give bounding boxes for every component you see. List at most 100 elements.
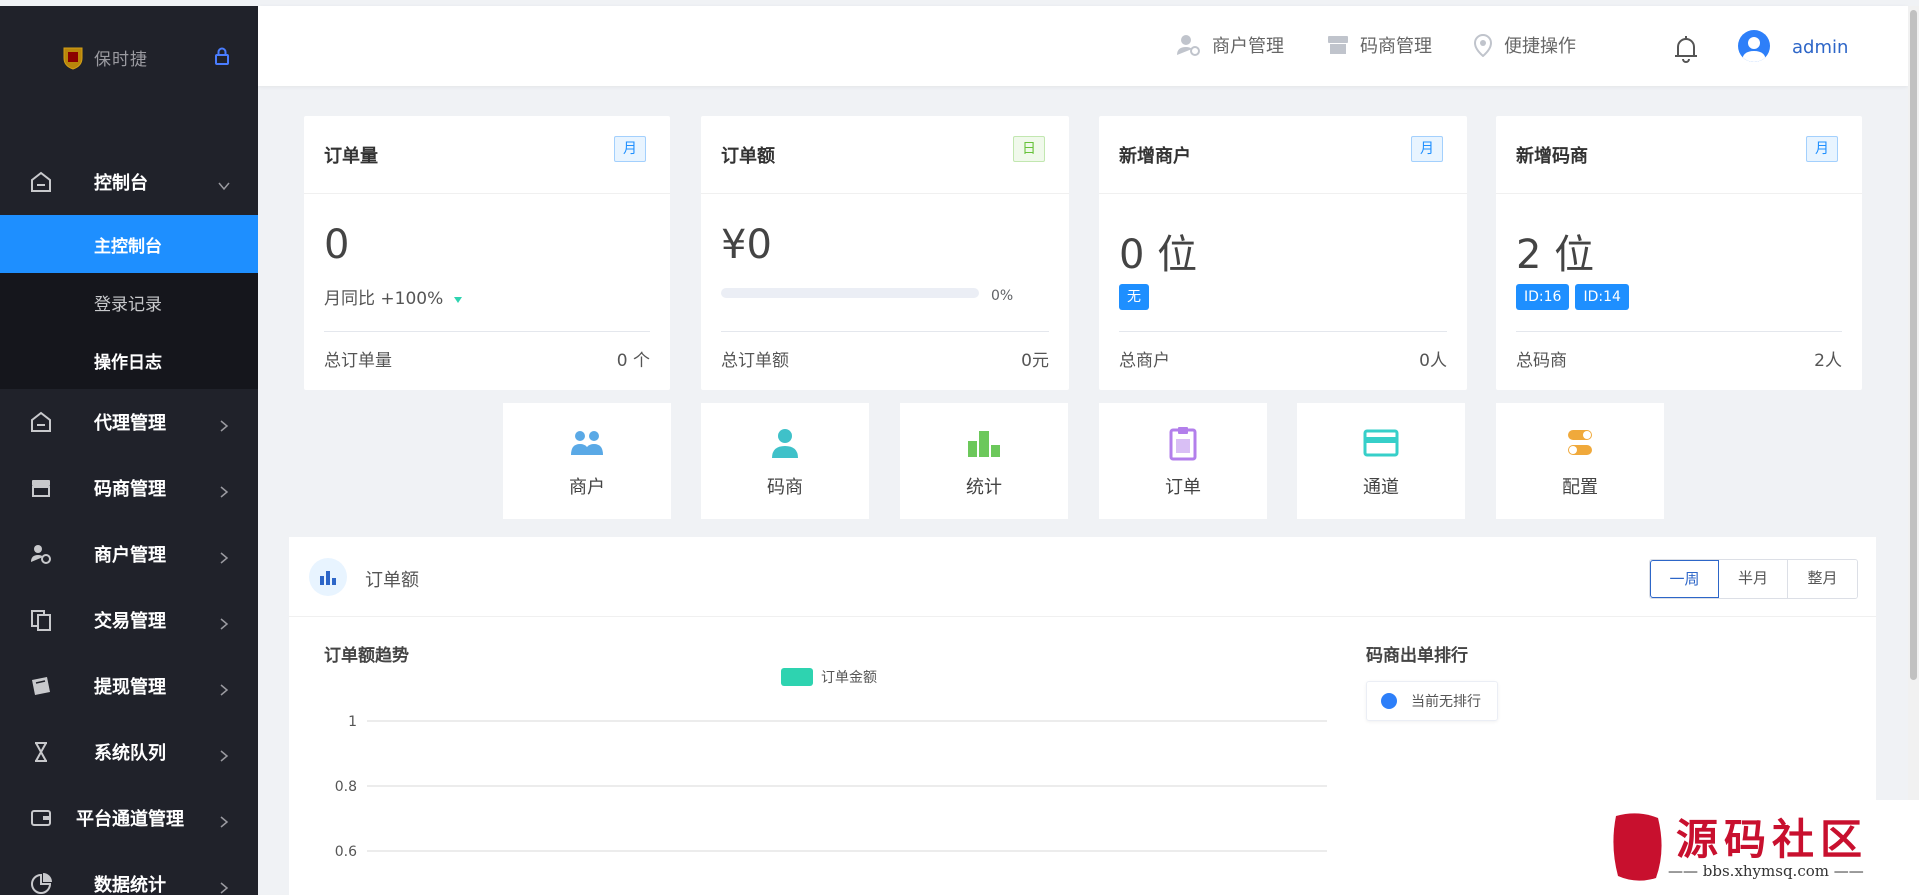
wallet-icon: [28, 673, 54, 699]
sidebar: 保时捷 控制台 主控制台 登录记录 操作日志 代理管理 码商管理 商户管理 交易…: [0, 6, 258, 895]
top-link-label: 码商管理: [1360, 36, 1432, 57]
username[interactable]: admin: [1792, 37, 1848, 58]
sidebar-item-stats[interactable]: 数据统计: [0, 851, 258, 895]
top-link-label: 商户管理: [1212, 36, 1284, 57]
stat-value: 2 位: [1516, 232, 1595, 278]
foot-label: 总订单量: [324, 351, 392, 371]
hourglass-icon: [28, 739, 54, 765]
stat-value: ¥0: [721, 222, 772, 268]
badge-row: ID:16 ID:14: [1516, 284, 1635, 310]
shortcut-label: 通道: [1363, 477, 1399, 498]
sidebar-item-coder[interactable]: 码商管理: [0, 455, 258, 521]
chevron-right-icon: [218, 878, 230, 894]
top-link-quick[interactable]: 便捷操作: [1472, 32, 1576, 58]
site-watermark: 源码社区 —— bbs.xhymsq.com ——: [1598, 800, 1919, 895]
shortcut-merchant[interactable]: 商户: [503, 403, 671, 519]
sidebar-item-channel[interactable]: 平台通道管理: [0, 785, 258, 851]
rank-empty-chip: 当前无排行: [1366, 681, 1498, 721]
badge-row: 无: [1119, 284, 1155, 310]
divider: [721, 331, 1049, 332]
clipboard-icon: [1165, 425, 1201, 461]
badge: 无: [1119, 284, 1149, 310]
sidebar-item-main-console[interactable]: 主控制台: [0, 215, 258, 273]
user-gear-icon: [28, 541, 54, 567]
top-link-merchant[interactable]: 商户管理: [1176, 32, 1284, 58]
range-week-button[interactable]: 一周: [1650, 560, 1719, 598]
sidebar-item-label: 交易管理: [94, 611, 166, 632]
card-header: 新增码商 月: [1496, 116, 1862, 194]
y-tick-label: 0.6: [335, 844, 357, 860]
foot-label: 总码商: [1516, 351, 1567, 371]
range-half-month-button[interactable]: 半月: [1719, 560, 1788, 598]
rank-empty-text: 当前无排行: [1411, 694, 1481, 710]
shortcut-orders[interactable]: 订单: [1099, 403, 1267, 519]
badge: ID:16: [1516, 284, 1570, 310]
stat-card-orders: 订单量 月 0 月同比 +100% 总订单量 0 个: [304, 116, 670, 390]
sidebar-item-trade[interactable]: 交易管理: [0, 587, 258, 653]
store-icon: [1328, 36, 1348, 54]
shortcut-stats[interactable]: 统计: [900, 403, 1068, 519]
chart-legend[interactable]: 订单金额: [781, 667, 877, 687]
card-title: 新增商户: [1119, 145, 1191, 167]
page-scrollbar[interactable]: [1908, 6, 1919, 895]
card-icon: [28, 805, 54, 831]
sidebar-item-operation-log[interactable]: 操作日志: [0, 331, 258, 389]
stat-compare: 月同比 +100%: [324, 284, 463, 309]
shortcut-channel[interactable]: 通道: [1297, 403, 1465, 519]
y-tick-label: 1: [348, 714, 357, 730]
card-header: 新增商户 月: [1099, 116, 1467, 194]
stat-value: 0 位: [1119, 232, 1198, 278]
chevron-right-icon: [218, 416, 230, 432]
period-tag: 月: [614, 136, 646, 162]
sidebar-item-merchant[interactable]: 商户管理: [0, 521, 258, 587]
card-icon: [1363, 425, 1399, 461]
panel-title: 订单额: [365, 570, 419, 591]
bell-icon[interactable]: [1672, 34, 1700, 68]
sidebar-item-withdraw[interactable]: 提现管理: [0, 653, 258, 719]
avatar[interactable]: [1738, 30, 1770, 62]
seal-logo: [1610, 810, 1666, 884]
stat-compare-text: 月同比 +100%: [324, 289, 444, 309]
card-title: 订单额: [721, 145, 775, 167]
watermark-url: —— bbs.xhymsq.com ——: [1668, 862, 1864, 880]
lock-icon[interactable]: [212, 46, 232, 66]
sidebar-item-queue[interactable]: 系统队列: [0, 719, 258, 785]
top-link-coder[interactable]: 码商管理: [1326, 32, 1432, 58]
sidebar-item-label: 码商管理: [94, 479, 166, 500]
card-header: 订单额 日: [701, 116, 1069, 194]
shortcut-label: 配置: [1562, 477, 1598, 498]
shortcut-config[interactable]: 配置: [1496, 403, 1664, 519]
range-month-button[interactable]: 整月: [1788, 560, 1857, 598]
divider: [324, 331, 650, 332]
logo-icon: [62, 46, 84, 70]
scroll-thumb[interactable]: [1910, 10, 1917, 680]
legend-swatch: [781, 668, 813, 686]
sidebar-group-label: 控制台: [94, 173, 148, 194]
foot-label: 总订单额: [721, 351, 789, 371]
dashboard-icon: [28, 169, 54, 195]
stat-card-merchants: 新增商户 月 0 位 无 总商户 0人: [1099, 116, 1467, 390]
progress-text: 0%: [991, 288, 1014, 304]
sidebar-item-login-log[interactable]: 登录记录: [0, 273, 258, 331]
sidebar-item-agent[interactable]: 代理管理: [0, 389, 258, 455]
sidebar-item-label: 平台通道管理: [76, 809, 184, 830]
sidebar-item-label: 商户管理: [94, 545, 166, 566]
users-icon: [569, 425, 605, 461]
sidebar-group-dashboard[interactable]: 控制台: [0, 149, 258, 215]
panel-header: 订单额 一周 半月 整月: [289, 537, 1876, 617]
toggle-icon: [1562, 425, 1598, 461]
shortcut-coder[interactable]: 码商: [701, 403, 869, 519]
card-header: 订单量 月: [304, 116, 670, 194]
chevron-right-icon: [218, 482, 230, 498]
top-link-label: 便捷操作: [1504, 36, 1576, 57]
card-title: 订单量: [324, 145, 378, 167]
progress-bar: [721, 288, 979, 298]
foot-value: 0元: [1021, 351, 1049, 371]
user-icon: [767, 425, 803, 461]
stat-value: 0: [324, 222, 350, 268]
stat-card-coders: 新增码商 月 2 位 ID:16 ID:14 总码商 2人: [1496, 116, 1862, 390]
shortcut-label: 订单: [1165, 477, 1201, 498]
foot-label: 总商户: [1119, 351, 1170, 371]
store-icon: [28, 475, 54, 501]
rank-dot: [1381, 693, 1397, 709]
